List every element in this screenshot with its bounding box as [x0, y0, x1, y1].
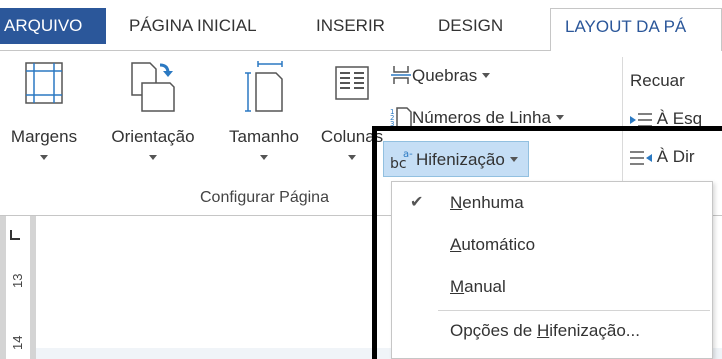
tab-pagina-inicial[interactable]: PÁGINA INICIAL	[129, 8, 257, 44]
chevron-down-icon	[348, 155, 356, 160]
orientacao-button[interactable]: Orientação	[100, 51, 206, 191]
numeros-de-linha-label: Números de Linha	[412, 108, 551, 127]
tamanho-button[interactable]: Tamanho	[210, 51, 318, 191]
chevron-down-icon	[40, 155, 48, 160]
colunas-button[interactable]: Colunas	[316, 51, 388, 191]
quebras-label: Quebras	[412, 66, 478, 85]
numeros-de-linha-button[interactable]: 1 2 3 Números de Linha	[390, 103, 564, 133]
menu-item-opcoes-label: Opções de Hifenização...	[450, 321, 640, 340]
chevron-down-icon	[555, 115, 564, 121]
indent-right-icon	[630, 150, 652, 165]
indent-right-field[interactable]: À Dir	[630, 147, 695, 167]
menu-item-manual[interactable]: Manual	[392, 266, 712, 308]
menu-item-opcoes-de-hifenizacao[interactable]: Opções de Hifenização...	[392, 310, 712, 352]
svg-text:a-: a-	[403, 149, 413, 160]
hifenizacao-menu: ✔ Nenhuma Automático Manual Opções de Hi…	[391, 181, 713, 359]
margins-icon	[25, 62, 63, 104]
indent-right-label: À Dir	[656, 147, 695, 166]
tab-stop-icon[interactable]	[8, 228, 22, 242]
ruler-number-14: 14	[10, 335, 25, 350]
margens-label: Margens	[10, 127, 78, 146]
menu-item-nenhuma[interactable]: ✔ Nenhuma	[392, 182, 712, 224]
breaks-icon	[391, 65, 411, 84]
tab-layout-da-pagina[interactable]: LAYOUT DA PÁ	[550, 8, 722, 51]
page-size-icon	[245, 61, 283, 112]
svg-text:3: 3	[390, 120, 394, 128]
orientation-icon	[131, 62, 175, 112]
chevron-down-icon	[509, 157, 518, 163]
menu-item-manual-label: Manual	[450, 277, 506, 296]
tab-arquivo[interactable]: ARQUIVO	[0, 8, 106, 44]
tab-inserir[interactable]: INSERIR	[316, 8, 385, 44]
chevron-down-icon	[149, 155, 157, 160]
indent-left-field[interactable]: À Esq	[630, 109, 702, 129]
tamanho-label: Tamanho	[229, 127, 299, 146]
quebras-button[interactable]: Quebras	[390, 61, 491, 91]
hifenizacao-button[interactable]: bc a- Hifenização	[383, 141, 529, 177]
colunas-label: Colunas	[320, 127, 384, 146]
menu-item-nenhuma-label: Nenhuma	[450, 193, 524, 212]
menu-item-automatico-label: Automático	[450, 235, 536, 254]
ribbon-tab-bar: ARQUIVO PÁGINA INICIAL INSERIR DESIGN LA…	[0, 0, 722, 51]
recuar-label: Recuar	[630, 71, 685, 90]
chevron-down-icon	[482, 73, 491, 79]
check-icon: ✔	[410, 194, 424, 211]
menu-item-automatico[interactable]: Automático	[392, 224, 712, 266]
group-label-configurar-pagina: Configurar Página	[200, 189, 329, 206]
hifenizacao-label: Hifenização	[416, 150, 505, 169]
hyphenation-icon: bc a-	[390, 149, 413, 170]
margens-button[interactable]: Margens	[0, 51, 88, 191]
orientacao-label: Orientação	[111, 127, 195, 146]
indent-left-label: À Esq	[656, 109, 703, 128]
line-numbers-icon: 1 2 3	[390, 106, 412, 128]
tab-design[interactable]: DESIGN	[438, 8, 503, 44]
chevron-down-icon	[260, 155, 268, 160]
ruler-number-13: 13	[10, 273, 25, 288]
columns-icon	[335, 66, 369, 100]
indent-left-icon	[630, 112, 652, 127]
